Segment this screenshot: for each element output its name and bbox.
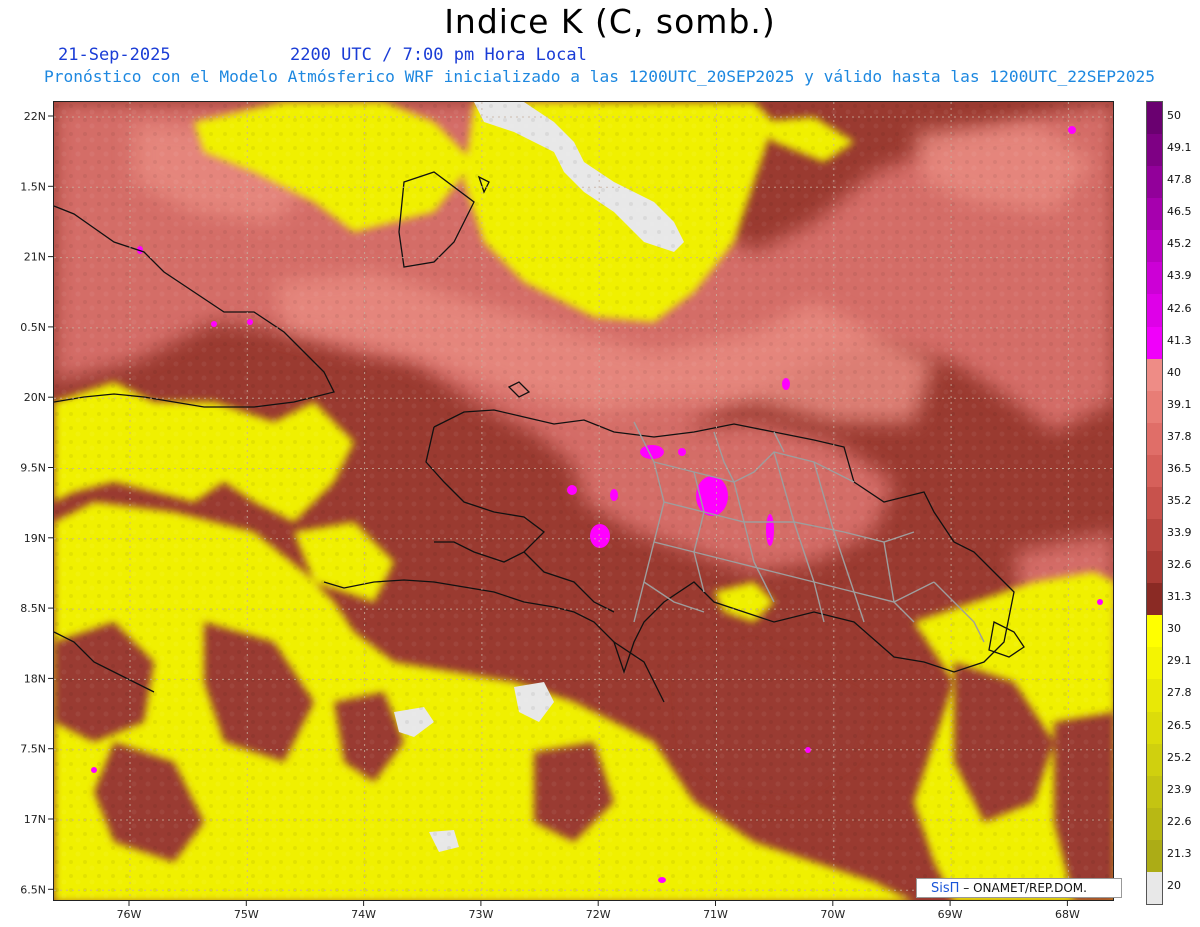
forecast-date: 21-Sep-2025 bbox=[58, 45, 171, 65]
texture bbox=[54, 102, 1113, 900]
colorbar-segment bbox=[1147, 262, 1162, 295]
chart-title: Indice K (C, somb.) bbox=[444, 2, 776, 41]
y-tick-label: 21N bbox=[24, 251, 46, 264]
colorbar-label: 27.8 bbox=[1167, 686, 1192, 700]
y-tick-label: 1.5N bbox=[20, 180, 46, 193]
colorbar-segment bbox=[1147, 839, 1162, 873]
colorbar-segment bbox=[1147, 486, 1162, 520]
colorbar-segment bbox=[1147, 583, 1162, 616]
map-panel bbox=[53, 101, 1114, 901]
colorbar-label: 45.2 bbox=[1167, 237, 1192, 251]
x-tick-label: 74W bbox=[351, 908, 376, 921]
x-tick-label: 70W bbox=[820, 908, 845, 921]
colorbar-label: 42.6 bbox=[1167, 301, 1192, 315]
x-tick-label: 76W bbox=[117, 908, 142, 921]
y-tick-label: 20N bbox=[24, 391, 46, 404]
colorbar-segment bbox=[1147, 647, 1162, 680]
colorbar-label: 46.5 bbox=[1167, 205, 1192, 219]
colorbar-label: 39.1 bbox=[1167, 397, 1192, 411]
colorbar-segment bbox=[1147, 422, 1162, 456]
forecast-description: Pronóstico con el Modelo Atmósferico WRF… bbox=[44, 67, 1156, 86]
credit-text: – ONAMET/REP.DOM. bbox=[963, 881, 1087, 895]
colorbar-label: 33.9 bbox=[1167, 526, 1192, 540]
colorbar-label: 21.3 bbox=[1167, 846, 1192, 860]
y-tick-label: 18N bbox=[24, 672, 46, 685]
y-axis: 22N 1.5N 21N 0.5N 20N 9.5N 19N 8.5N 18N 7.5N 17N 6.… bbox=[20, 110, 53, 896]
x-tick-label: 69W bbox=[938, 908, 963, 921]
colorbar-segment bbox=[1147, 519, 1162, 552]
x-tick-label: 71W bbox=[703, 908, 728, 921]
colorbar-segment bbox=[1147, 454, 1162, 488]
y-tick-label: 9.5N bbox=[20, 462, 46, 475]
colorbar-label: 41.3 bbox=[1167, 333, 1192, 347]
colorbar-label: 37.8 bbox=[1167, 429, 1192, 443]
x-tick-label: 68W bbox=[1055, 908, 1080, 921]
colorbar-label: 31.3 bbox=[1167, 590, 1192, 604]
colorbar bbox=[1146, 101, 1163, 905]
colorbar-segment bbox=[1147, 871, 1162, 905]
colorbar-segment bbox=[1147, 711, 1162, 745]
colorbar-segment bbox=[1147, 358, 1162, 392]
colorbar-segment bbox=[1147, 230, 1162, 263]
colorbar-label: 32.6 bbox=[1167, 558, 1192, 572]
colorbar-segment bbox=[1147, 134, 1162, 167]
colorbar-segment bbox=[1147, 166, 1162, 199]
colorbar-label: 36.5 bbox=[1167, 461, 1192, 475]
sispi-logo: SisΠ bbox=[931, 881, 960, 896]
colorbar-segment bbox=[1147, 102, 1162, 135]
colorbar-label: 40 bbox=[1167, 365, 1181, 379]
colorbar-segment bbox=[1147, 775, 1162, 809]
colorbar-label: 20 bbox=[1167, 878, 1181, 892]
colorbar-segment bbox=[1147, 198, 1162, 231]
y-tick-label: 22N bbox=[24, 110, 46, 123]
colorbar-segment bbox=[1147, 551, 1162, 584]
colorbar-label: 26.5 bbox=[1167, 718, 1192, 732]
colorbar-label: 47.8 bbox=[1167, 173, 1192, 187]
colorbar-segment bbox=[1147, 679, 1162, 713]
colorbar-segment bbox=[1147, 390, 1162, 424]
colorbar-label: 22.6 bbox=[1167, 814, 1192, 828]
forecast-time: 2200 UTC / 7:00 pm Hora Local bbox=[290, 45, 587, 65]
x-tick-label: 72W bbox=[586, 908, 611, 921]
credit-box: SisΠ – ONAMET/REP.DOM. bbox=[916, 878, 1122, 898]
colorbar-segment bbox=[1147, 743, 1162, 777]
colorbar-segment bbox=[1147, 326, 1162, 360]
colorbar-label: 35.2 bbox=[1167, 494, 1192, 507]
y-tick-label: 7.5N bbox=[20, 743, 46, 756]
colorbar-label: 29.1 bbox=[1167, 654, 1192, 668]
x-axis: 76W 75W 74W 73W 72W 71W 70W 69W 68W bbox=[117, 901, 1080, 921]
y-tick-label: 8.5N bbox=[20, 602, 46, 615]
k-index-map bbox=[54, 102, 1113, 900]
colorbar-label: 50 bbox=[1167, 109, 1181, 123]
y-tick-label: 6.5N bbox=[20, 883, 46, 896]
colorbar-label: 49.1 bbox=[1167, 141, 1192, 155]
x-tick-label: 75W bbox=[234, 908, 259, 921]
y-tick-label: 0.5N bbox=[20, 321, 46, 334]
colorbar-segment bbox=[1147, 807, 1162, 841]
colorbar-label: 25.2 bbox=[1167, 750, 1192, 764]
colorbar-label: 23.9 bbox=[1167, 782, 1192, 796]
colorbar-label: 30 bbox=[1167, 622, 1181, 636]
colorbar-label: 43.9 bbox=[1167, 269, 1192, 283]
colorbar-segment bbox=[1147, 294, 1162, 328]
x-tick-label: 73W bbox=[468, 908, 493, 921]
y-tick-label: 19N bbox=[24, 532, 46, 545]
y-tick-label: 17N bbox=[24, 813, 46, 826]
colorbar-segment bbox=[1147, 615, 1162, 648]
